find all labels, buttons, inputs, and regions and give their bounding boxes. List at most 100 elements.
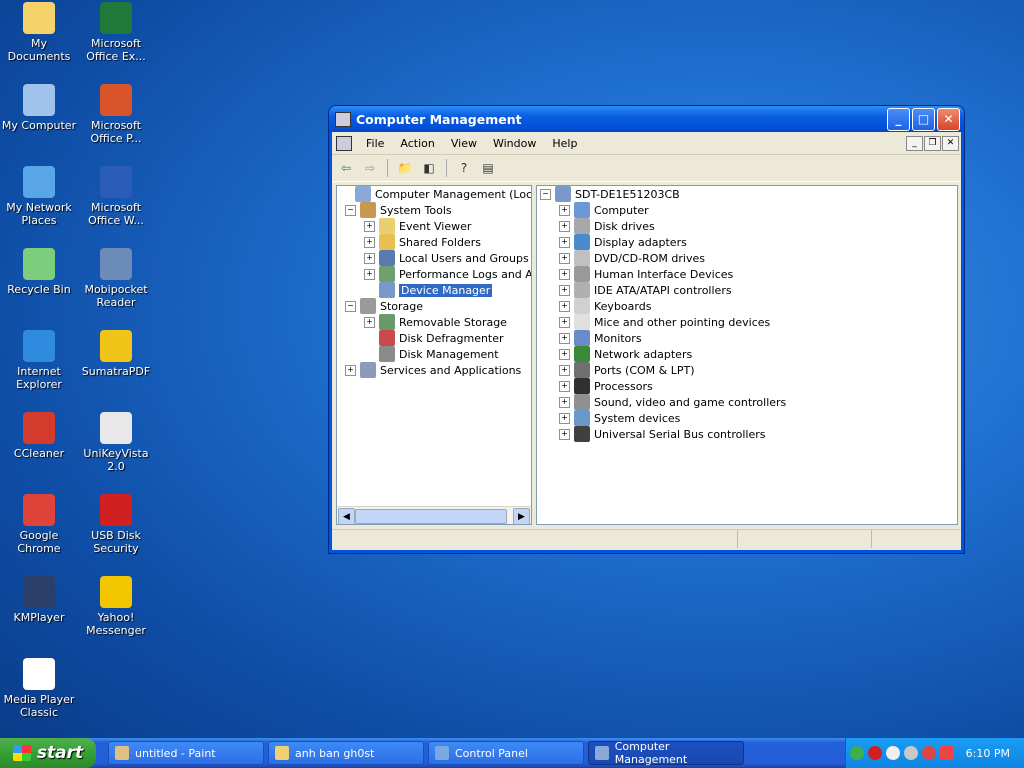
collapse-icon[interactable]: −	[345, 204, 356, 216]
device-category[interactable]: + Computer	[559, 202, 649, 218]
desktop-icon[interactable]: My Documents	[0, 2, 78, 63]
menu-window[interactable]: Window	[485, 137, 544, 150]
desktop-icon[interactable]: My Network Places	[0, 166, 78, 227]
mdi-close-button[interactable]: ✕	[942, 135, 959, 151]
device-category[interactable]: + Display adapters	[559, 234, 687, 250]
desktop-icon[interactable]: Recycle Bin	[0, 248, 78, 296]
close-button[interactable]: ✕	[937, 107, 960, 131]
collapse-icon[interactable]: −	[345, 300, 356, 312]
device-category[interactable]: + Processors	[559, 378, 653, 394]
device-category[interactable]: + DVD/CD-ROM drives	[559, 250, 705, 266]
minimize-button[interactable]: _	[887, 107, 910, 131]
volume-icon[interactable]	[904, 746, 918, 760]
device-list-pane[interactable]: − SDT-DE1E51203CB + Computer + Disk drives + Di…	[536, 185, 958, 525]
tree-item[interactable]: + Services and Applications	[345, 362, 521, 378]
collapse-icon[interactable]: −	[540, 188, 551, 200]
back-icon[interactable]: ⇦	[336, 158, 356, 178]
tree-item[interactable]: − Storage	[345, 298, 423, 314]
expand-icon[interactable]: +	[345, 364, 356, 376]
device-category[interactable]: + Sound, video and game controllers	[559, 394, 786, 410]
device-category[interactable]: + Keyboards	[559, 298, 651, 314]
scroll-left-icon[interactable]: ◀	[338, 508, 355, 524]
expand-icon[interactable]: +	[559, 348, 570, 360]
desktop-icon[interactable]: My Computer	[0, 84, 78, 132]
expand-icon[interactable]: +	[559, 300, 570, 312]
expand-icon[interactable]: +	[364, 236, 375, 248]
tree-item[interactable]: + Event Viewer	[364, 218, 471, 234]
tree-item[interactable]: + Removable Storage	[364, 314, 507, 330]
unikey-v-icon[interactable]	[940, 746, 954, 760]
device-category[interactable]: + IDE ATA/ATAPI controllers	[559, 282, 732, 298]
device-category[interactable]: + Network adapters	[559, 346, 692, 362]
expand-icon[interactable]: +	[559, 412, 570, 424]
scroll-thumb[interactable]	[355, 509, 507, 524]
taskbar-button[interactable]: Computer Management	[588, 740, 744, 766]
taskbar-button[interactable]: anh ban gh0st	[268, 741, 424, 765]
tree-item[interactable]: − System Tools	[345, 202, 452, 218]
show-hide-tree-icon[interactable]: ◧	[419, 158, 439, 178]
usb-security-tray-icon[interactable]	[868, 746, 882, 760]
tree-root[interactable]: Computer Management (Local)	[340, 186, 531, 202]
desktop-icon[interactable]: Microsoft Office Ex...	[77, 2, 155, 63]
menu-view[interactable]: View	[443, 137, 485, 150]
device-category[interactable]: + Ports (COM & LPT)	[559, 362, 695, 378]
expand-icon[interactable]: +	[559, 380, 570, 392]
desktop-icon[interactable]: Google Chrome	[0, 494, 78, 555]
desktop-icon[interactable]: Microsoft Office W...	[77, 166, 155, 227]
menu-file[interactable]: File	[358, 137, 392, 150]
mdi-restore-button[interactable]: ❐	[924, 135, 941, 151]
expand-icon[interactable]: +	[364, 316, 375, 328]
desktop-icon[interactable]: Media Player Classic	[0, 658, 78, 719]
expand-icon[interactable]: +	[364, 268, 375, 280]
desktop-icon[interactable]: UniKeyVista 2.0	[77, 412, 155, 473]
expand-icon[interactable]: +	[559, 220, 570, 232]
taskbar-button[interactable]: untitled - Paint	[108, 741, 264, 765]
desktop-icon[interactable]: Mobipocket Reader	[77, 248, 155, 309]
desktop-icon[interactable]: Yahoo! Messenger	[77, 576, 155, 637]
expand-icon[interactable]: +	[559, 396, 570, 408]
tree-item[interactable]: + Local Users and Groups	[364, 250, 529, 266]
mdi-minimize-button[interactable]: _	[906, 135, 923, 151]
mmc-document-icon[interactable]	[336, 135, 352, 151]
tray-app-icon[interactable]	[922, 746, 936, 760]
desktop-icon[interactable]: Internet Explorer	[0, 330, 78, 391]
console-tree-pane[interactable]: ◀ ▶ Computer Management (Local) − System T…	[336, 185, 532, 525]
expand-icon[interactable]: +	[559, 252, 570, 264]
scroll-right-icon[interactable]: ▶	[513, 508, 530, 524]
tree-item[interactable]: Device Manager	[364, 282, 493, 298]
expand-icon[interactable]: +	[559, 428, 570, 440]
tree-item[interactable]: + Performance Logs and Alerts	[364, 266, 531, 282]
help-icon[interactable]: ?	[454, 158, 474, 178]
expand-icon[interactable]: +	[559, 316, 570, 328]
device-category[interactable]: + Monitors	[559, 330, 642, 346]
menu-help[interactable]: Help	[544, 137, 585, 150]
tree-item[interactable]: Disk Management	[364, 346, 499, 362]
horizontal-scrollbar[interactable]: ◀ ▶	[337, 506, 531, 524]
desktop-icon[interactable]: CCleaner	[0, 412, 78, 460]
desktop-icon[interactable]: KMPlayer	[0, 576, 78, 624]
desktop-icon[interactable]: SumatraPDF	[77, 330, 155, 378]
menu-action[interactable]: Action	[392, 137, 442, 150]
device-root[interactable]: − SDT-DE1E51203CB	[540, 186, 680, 202]
properties-icon[interactable]: ▤	[478, 158, 498, 178]
taskbar-button[interactable]: Control Panel	[428, 741, 584, 765]
expand-icon[interactable]: +	[559, 236, 570, 248]
unikey-tray-icon[interactable]	[886, 746, 900, 760]
expand-icon[interactable]: +	[559, 204, 570, 216]
tree-item[interactable]: Disk Defragmenter	[364, 330, 504, 346]
forward-icon[interactable]: ⇨	[360, 158, 380, 178]
device-category[interactable]: + Mice and other pointing devices	[559, 314, 770, 330]
device-category[interactable]: + Disk drives	[559, 218, 655, 234]
tree-item[interactable]: + Shared Folders	[364, 234, 481, 250]
start-button[interactable]: start	[0, 738, 96, 768]
expand-icon[interactable]: +	[559, 268, 570, 280]
device-category[interactable]: + Universal Serial Bus controllers	[559, 426, 765, 442]
network-tray-icon[interactable]	[850, 746, 864, 760]
expand-icon[interactable]: +	[559, 284, 570, 296]
maximize-button[interactable]: □	[912, 107, 935, 131]
desktop-icon[interactable]: Microsoft Office P...	[77, 84, 155, 145]
up-folder-icon[interactable]: 📁	[395, 158, 415, 178]
expand-icon[interactable]: +	[559, 364, 570, 376]
expand-icon[interactable]: +	[364, 220, 375, 232]
title-bar[interactable]: Computer Management _ □ ✕	[329, 106, 964, 132]
